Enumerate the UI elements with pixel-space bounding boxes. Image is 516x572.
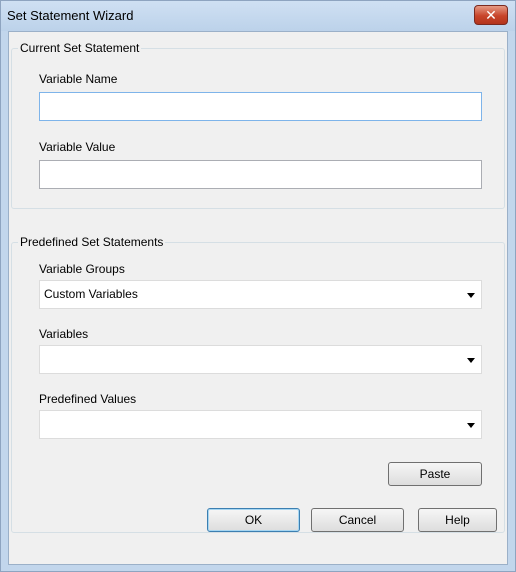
cancel-button[interactable]: Cancel — [311, 508, 404, 532]
variable-groups-dropdown[interactable]: Custom Variables — [39, 280, 482, 309]
ok-button[interactable]: OK — [207, 508, 300, 532]
dialog-window: Set Statement Wizard ✕ Current Set State… — [0, 0, 516, 572]
dialog-body: Current Set Statement Variable Name Vari… — [8, 31, 508, 565]
chevron-down-icon — [467, 358, 475, 363]
paste-button[interactable]: Paste — [388, 462, 482, 486]
close-icon: ✕ — [485, 7, 497, 23]
title-bar[interactable]: Set Statement Wizard ✕ — [1, 1, 515, 31]
current-set-statement-group: Current Set Statement Variable Name Vari… — [11, 41, 505, 209]
variable-groups-selected: Custom Variables — [44, 287, 138, 301]
variables-dropdown[interactable] — [39, 345, 482, 374]
help-button[interactable]: Help — [418, 508, 497, 532]
variable-value-label: Variable Value — [39, 140, 116, 154]
variable-value-input[interactable] — [39, 160, 482, 189]
variables-label: Variables — [39, 327, 89, 341]
close-button[interactable]: ✕ — [474, 5, 508, 25]
variable-name-input[interactable] — [39, 92, 482, 121]
predefined-set-statements-group: Predefined Set Statements Variable Group… — [11, 235, 505, 533]
chevron-down-icon — [467, 293, 475, 298]
predefined-set-statements-title: Predefined Set Statements — [18, 235, 166, 249]
current-set-statement-title: Current Set Statement — [18, 41, 142, 55]
variable-name-label: Variable Name — [39, 72, 118, 86]
predefined-values-label: Predefined Values — [39, 392, 137, 406]
window-title: Set Statement Wizard — [7, 8, 134, 23]
variable-groups-label: Variable Groups — [39, 262, 125, 276]
chevron-down-icon — [467, 423, 475, 428]
predefined-values-dropdown[interactable] — [39, 410, 482, 439]
